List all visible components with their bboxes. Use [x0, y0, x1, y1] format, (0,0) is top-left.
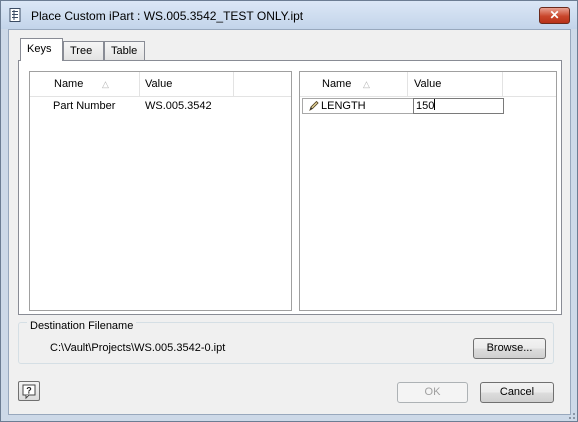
column-header-label: Name	[54, 78, 84, 90]
help-icon: ?	[22, 384, 36, 400]
key-value-cell[interactable]: WS.005.3542	[145, 98, 212, 114]
column-header-label: Name	[322, 78, 352, 90]
parameter-name-cell[interactable]: LENGTH	[321, 98, 366, 114]
svg-text:?: ?	[26, 386, 32, 396]
close-icon: ✕	[549, 8, 560, 22]
column-header-value[interactable]: Value	[408, 72, 503, 96]
parameters-grid[interactable]: Name △ Value LENGTH 150	[299, 71, 557, 311]
grid-header: Name △ Value	[30, 72, 291, 97]
browse-button[interactable]: Browse...	[473, 338, 546, 359]
dialog-body: Keys Tree Table Name △ Value Part Number…	[8, 29, 571, 415]
tab-table[interactable]: Table	[104, 41, 145, 60]
pencil-icon	[309, 100, 319, 112]
sort-arrow-icon: △	[363, 79, 370, 89]
column-header-name[interactable]: Name	[30, 72, 140, 96]
parameter-value-text: 150	[416, 100, 435, 112]
destination-filename-path: C:\Vault\Projects\WS.005.3542-0.ipt	[50, 342, 226, 354]
parameter-row-editing[interactable]: LENGTH 150	[302, 98, 504, 114]
window-title: Place Custom iPart : WS.005.3542_TEST ON…	[31, 9, 304, 23]
grid-header: Name △ Value	[300, 72, 556, 97]
text-caret	[434, 99, 436, 110]
tab-keys[interactable]: Keys	[20, 38, 63, 61]
keys-grid[interactable]: Name △ Value Part Number WS.005.3542	[29, 71, 292, 311]
ok-button[interactable]: OK	[397, 382, 468, 403]
close-button[interactable]: ✕	[539, 7, 570, 24]
column-header-label: Value	[414, 78, 442, 90]
tab-tree[interactable]: Tree	[63, 41, 104, 60]
cancel-button[interactable]: Cancel	[480, 382, 554, 403]
resize-grip-icon[interactable]	[565, 409, 577, 421]
ipart-table-icon	[9, 8, 21, 22]
parameter-value-input[interactable]: 150	[413, 98, 504, 114]
keys-tab-panel: Name △ Value Part Number WS.005.3542 Nam…	[18, 60, 562, 315]
column-header-name[interactable]: Name	[300, 72, 408, 96]
place-custom-ipart-dialog: Place Custom iPart : WS.005.3542_TEST ON…	[0, 0, 578, 422]
column-header-value[interactable]: Value	[140, 72, 234, 96]
key-name-cell[interactable]: Part Number	[53, 98, 115, 114]
destination-filename-label: Destination Filename	[27, 320, 137, 332]
title-bar[interactable]: Place Custom iPart : WS.005.3542_TEST ON…	[1, 1, 577, 29]
sort-arrow-icon: △	[102, 79, 109, 89]
column-header-label: Value	[145, 78, 173, 90]
help-button[interactable]: ?	[18, 381, 40, 401]
